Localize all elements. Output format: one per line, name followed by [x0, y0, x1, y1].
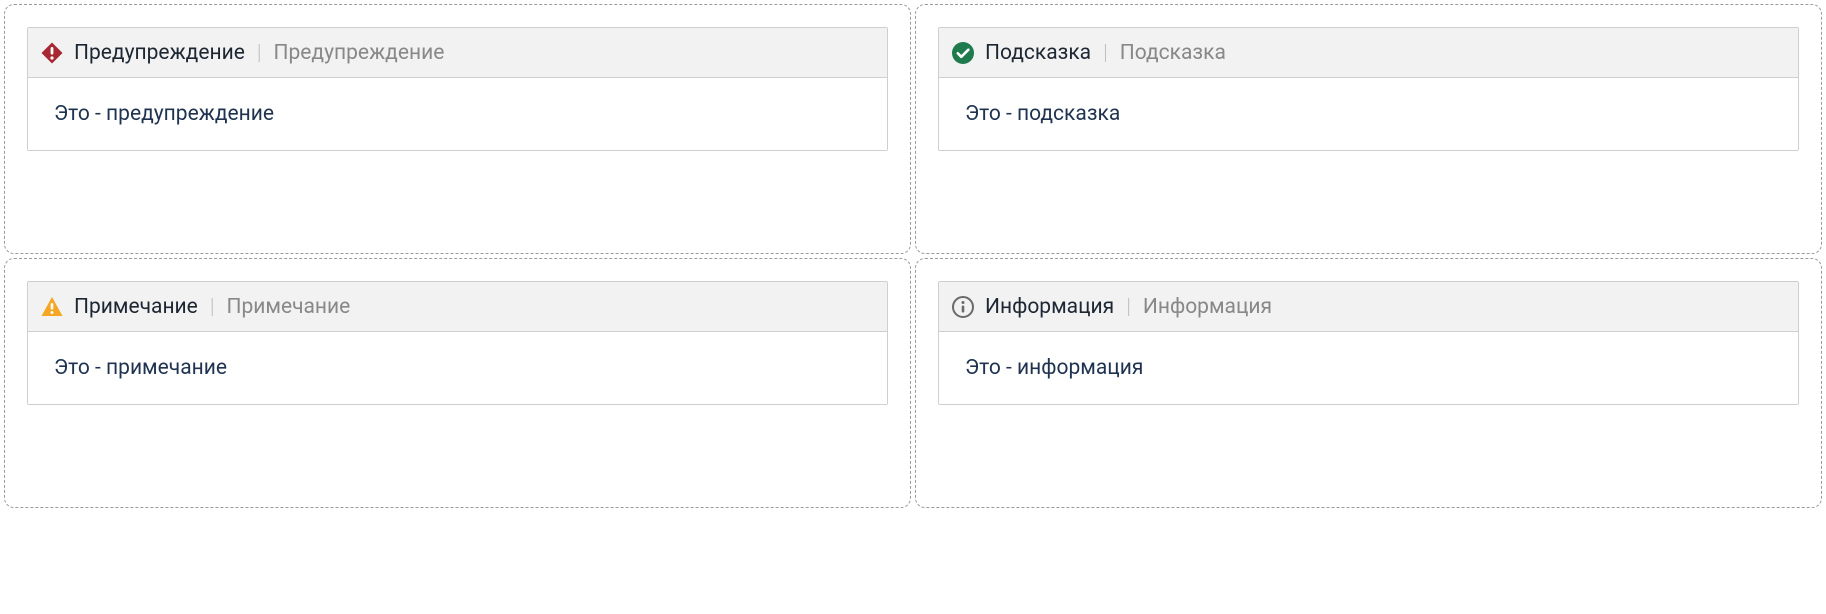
- tip-panel-title: Подсказка: [985, 41, 1091, 65]
- tip-panel: Подсказка | Подсказка Это - подсказка: [938, 27, 1799, 151]
- warning-panel-body: Это - предупреждение: [28, 78, 887, 150]
- note-panel-subtitle: Примечание: [226, 295, 350, 319]
- warning-panel-title: Предупреждение: [74, 41, 245, 65]
- panel-grid: Предупреждение | Предупреждение Это - пр…: [4, 4, 1822, 508]
- note-panel-separator: |: [210, 295, 215, 319]
- tip-panel-body: Это - подсказка: [939, 78, 1798, 150]
- tip-panel-subtitle: Подсказка: [1120, 41, 1226, 65]
- info-panel-title: Информация: [985, 295, 1114, 319]
- info-circle-icon: [951, 295, 975, 319]
- warning-cell: Предупреждение | Предупреждение Это - пр…: [4, 4, 911, 254]
- warning-panel: Предупреждение | Предупреждение Это - пр…: [27, 27, 888, 151]
- info-panel-separator: |: [1126, 295, 1131, 319]
- warning-icon: [40, 41, 64, 65]
- warning-panel-header: Предупреждение | Предупреждение: [28, 28, 887, 78]
- info-panel-subtitle: Информация: [1143, 295, 1272, 319]
- tip-panel-header: Подсказка | Подсказка: [939, 28, 1798, 78]
- info-panel: Информация | Информация Это - информация: [938, 281, 1799, 405]
- check-circle-icon: [951, 41, 975, 65]
- note-panel-body: Это - примечание: [28, 332, 887, 404]
- tip-panel-separator: |: [1103, 41, 1108, 65]
- note-cell: Примечание | Примечание Это - примечание: [4, 258, 911, 508]
- alert-triangle-icon: [40, 295, 64, 319]
- info-cell: Информация | Информация Это - информация: [915, 258, 1822, 508]
- note-panel-header: Примечание | Примечание: [28, 282, 887, 332]
- info-panel-header: Информация | Информация: [939, 282, 1798, 332]
- tip-cell: Подсказка | Подсказка Это - подсказка: [915, 4, 1822, 254]
- info-panel-body: Это - информация: [939, 332, 1798, 404]
- warning-panel-separator: |: [257, 41, 262, 65]
- note-panel: Примечание | Примечание Это - примечание: [27, 281, 888, 405]
- note-panel-title: Примечание: [74, 295, 198, 319]
- warning-panel-subtitle: Предупреждение: [274, 41, 445, 65]
